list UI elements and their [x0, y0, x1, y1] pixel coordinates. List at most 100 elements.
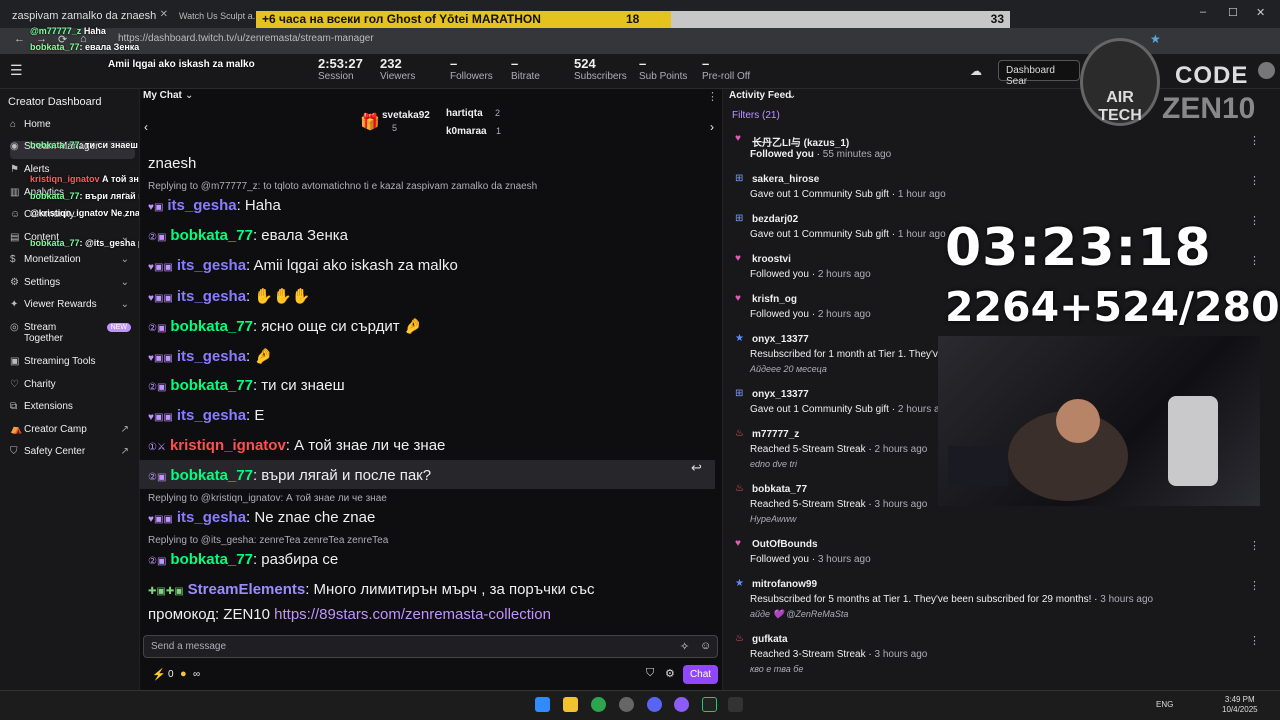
activity-user[interactable]: bezdarj02 — [752, 214, 798, 225]
activity-user[interactable]: krisfn_og — [752, 294, 797, 305]
menu-icon[interactable]: ☰ — [10, 62, 23, 79]
star-icon: ★ — [735, 333, 744, 344]
activity-title[interactable]: Activity Feed — [729, 90, 791, 101]
sidebar-item-creator-camp[interactable]: ⛺ Creator Camp ↗ — [10, 424, 135, 442]
chat-username[interactable]: kristiqn_ignatov — [170, 437, 286, 454]
filters-button[interactable]: Filters (21) — [732, 110, 780, 121]
chevron-down-icon[interactable]: ⌄ — [185, 90, 193, 101]
activity-line: Resubscribed for 5 months at Tier 1. The… — [750, 594, 1154, 605]
reply-icon[interactable]: ↩ — [691, 460, 702, 476]
minimize-icon[interactable]: – — [1200, 6, 1206, 18]
activity-user[interactable]: onyx_13377 — [752, 334, 809, 345]
chat-send-button[interactable]: Chat — [683, 665, 718, 684]
community-icon: ☺ — [10, 209, 21, 220]
chevron-down-icon[interactable]: ⌄ — [788, 90, 796, 101]
activity-user[interactable]: mitrofanow99 — [752, 579, 817, 590]
terminal-icon[interactable] — [702, 697, 717, 712]
chat-username[interactable]: bobkata_77 — [170, 318, 253, 335]
channel-points-icon[interactable]: ⚡ — [152, 668, 166, 681]
avatar[interactable] — [1258, 62, 1275, 79]
more-options-icon[interactable]: ⋮ — [1249, 579, 1260, 592]
sidebar-item-safety-center[interactable]: ⛉ Safety Center ↗ — [10, 446, 135, 464]
flame-icon: ♨ — [735, 633, 744, 644]
chevron-right-icon[interactable]: › — [710, 120, 714, 134]
sidebar-item-extensions[interactable]: ⧉ Extensions — [10, 401, 135, 419]
marathon-value-2: 33 — [990, 12, 1004, 26]
activity-user[interactable]: m77777_z — [752, 429, 799, 440]
sidebar-item-viewer-rewards[interactable]: ✦ Viewer Rewards ⌄ — [10, 299, 135, 317]
activity-user[interactable]: kroostvi — [752, 254, 791, 265]
sidebar-item-settings[interactable]: ⚙ Settings ⌄ — [10, 277, 135, 295]
chat-title[interactable]: My Chat — [143, 90, 182, 101]
chat-username[interactable]: its_gesha — [177, 509, 246, 526]
discord-icon[interactable] — [647, 697, 662, 712]
sidebar-item-charity[interactable]: ♡ Charity — [10, 379, 135, 397]
more-options-icon[interactable]: ⋮ — [1249, 214, 1260, 227]
activity-user[interactable]: sakera_hirose — [752, 174, 819, 185]
chat-message: ②▣ bobkata_77: евала Зенка — [148, 227, 348, 244]
sidebar-item-stream-together[interactable]: ◎ Stream Together NEW — [10, 322, 135, 346]
alerts-icon: ⚑ — [10, 164, 19, 175]
chat-username[interactable]: bobkata_77 — [170, 377, 253, 394]
activity-user[interactable]: gufkata — [752, 634, 788, 645]
stat-preroll: – Pre-roll Off — [702, 56, 751, 83]
shield-icon[interactable]: ⛉ — [646, 667, 654, 680]
gear-icon[interactable]: ⚙ — [665, 667, 675, 680]
activity-user[interactable]: onyx_13377 — [752, 389, 809, 400]
stat-sub-points: – Sub Points — [639, 56, 688, 83]
language-indicator[interactable]: ENG — [1156, 700, 1173, 709]
activity-line: Gave out 1 Community Sub gift · 2 hours … — [750, 404, 951, 415]
close-icon[interactable]: ✕ — [160, 9, 168, 20]
more-options-icon[interactable]: ⋮ — [1249, 634, 1260, 647]
activity-user[interactable]: bobkata_77 — [752, 484, 807, 495]
stream-manager-icon: ◉ — [10, 141, 19, 152]
chat-username[interactable]: its_gesha — [177, 407, 246, 424]
app-icon[interactable] — [674, 697, 689, 712]
more-options-icon[interactable]: ⋮ — [1249, 254, 1260, 267]
dashboard-search[interactable]: Dashboard Sear — [998, 60, 1080, 87]
maximize-icon[interactable]: ☐ — [1228, 6, 1238, 19]
more-options-icon[interactable]: ⋮ — [707, 90, 718, 103]
browser-tab-active[interactable]: zaspivam zamalko da znaesh ✕ — [6, 4, 172, 28]
sidebar-item-streaming-tools[interactable]: ▣ Streaming Tools — [10, 356, 135, 374]
stream-together-icon: ◎ — [10, 322, 19, 333]
chat-username[interactable]: bobkata_77 — [170, 467, 253, 484]
activity-user[interactable]: OutOfBounds — [752, 539, 818, 550]
chat-link[interactable]: https://89stars.com/zenremasta-collectio… — [274, 606, 551, 623]
chrome-icon[interactable] — [591, 697, 606, 712]
chat-username[interactable]: bobkata_77 — [170, 227, 253, 244]
back-icon[interactable]: ← — [14, 33, 25, 45]
cloud-icon[interactable]: ☁ — [970, 64, 982, 78]
close-icon[interactable]: ✕ — [1256, 6, 1265, 19]
chat-username[interactable]: StreamElements — [188, 581, 306, 598]
activity-line: Followed you · 2 hours ago — [750, 269, 871, 280]
sidebar-item-home[interactable]: ⌂ Home — [10, 119, 135, 137]
chat-input[interactable]: Send a message — [143, 635, 718, 658]
chat-username[interactable]: its_gesha — [177, 257, 246, 274]
chat-username[interactable]: bobkata_77 — [170, 551, 253, 568]
more-options-icon[interactable]: ⋮ — [1249, 134, 1260, 147]
emote-icon[interactable]: ☺ — [700, 640, 711, 652]
system-clock[interactable]: 3:49 PM 10/4/2025 — [1222, 695, 1258, 715]
chat-username[interactable]: its_gesha — [177, 348, 246, 365]
chevron-left-icon[interactable]: ‹ — [144, 120, 148, 134]
more-options-icon[interactable]: ⋮ — [1249, 539, 1260, 552]
bookmark-star-icon[interactable]: ★ — [1150, 32, 1161, 46]
start-icon[interactable] — [535, 697, 550, 712]
coin-icon: ● — [180, 668, 187, 680]
app-icon[interactable] — [728, 697, 743, 712]
sparkle-icon[interactable]: ✧ — [680, 640, 689, 653]
chat-username[interactable]: its_gesha — [167, 197, 236, 214]
obs-icon[interactable] — [619, 697, 634, 712]
window-controls[interactable]: – ☐ ✕ — [1190, 0, 1280, 28]
file-explorer-icon[interactable] — [563, 697, 578, 712]
chat-username[interactable]: its_gesha — [177, 288, 246, 305]
more-options-icon[interactable]: ⋮ — [1249, 174, 1260, 187]
home-icon: ⌂ — [10, 119, 17, 130]
sponsor-logo: AIR TECH — [1080, 38, 1160, 126]
badge-icons: ♥▣▣ — [148, 293, 173, 304]
activity-user[interactable]: 长丹乙LI与 (kazus_1) — [752, 134, 849, 149]
sidebar-item-monetization[interactable]: $ Monetization ⌄ — [10, 254, 135, 272]
url-field[interactable]: https://dashboard.twitch.tv/u/zenremasta… — [118, 33, 374, 44]
sidebar-title: Creator Dashboard — [8, 96, 102, 108]
